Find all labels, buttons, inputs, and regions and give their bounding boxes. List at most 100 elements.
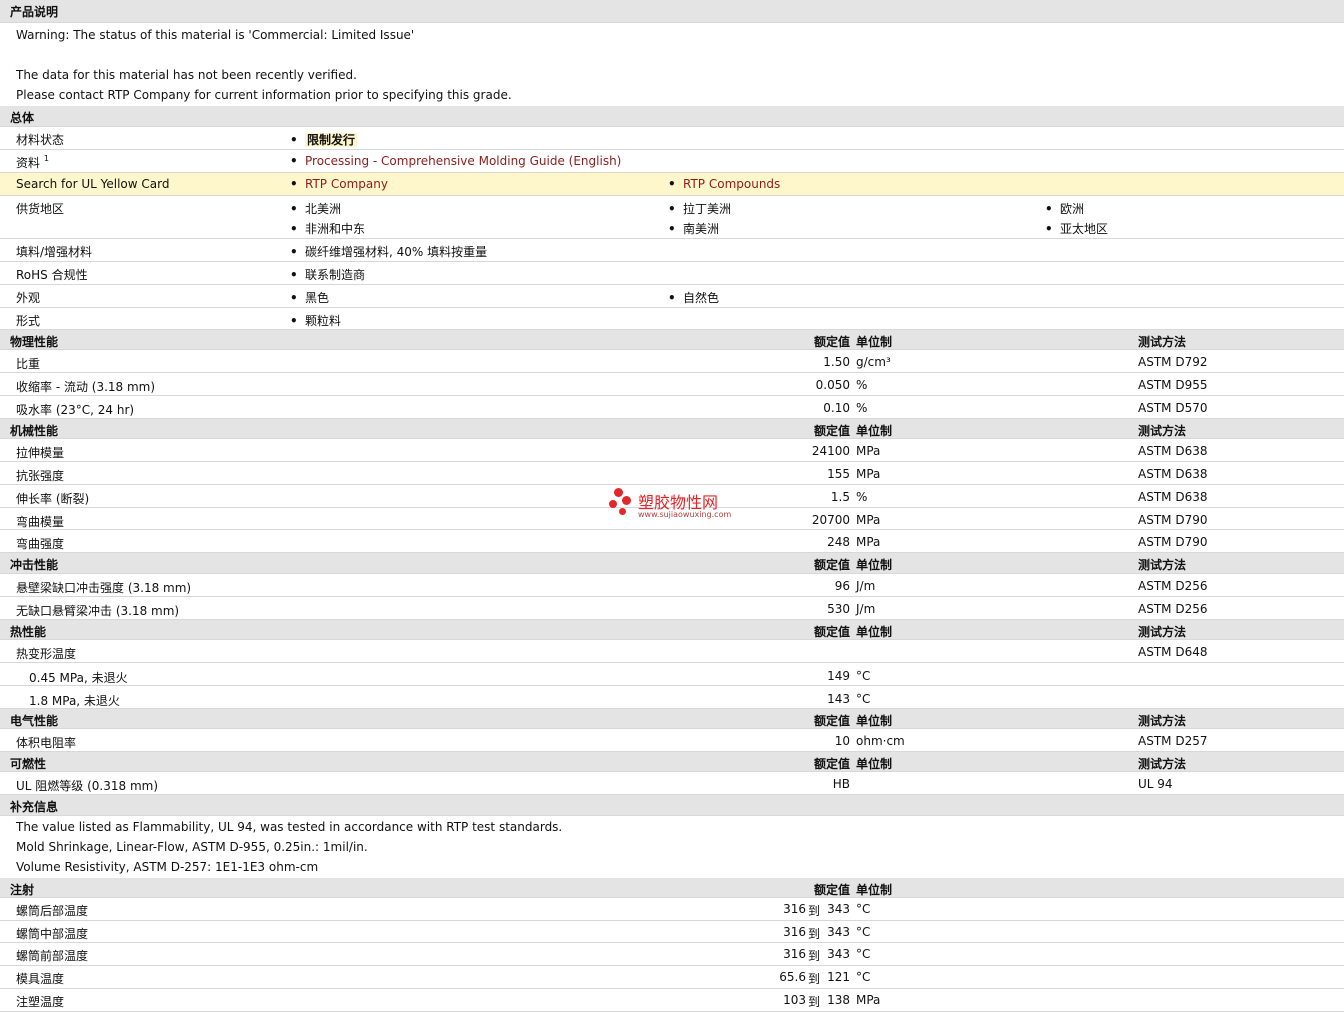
- range-high: 343: [827, 925, 850, 939]
- property-value: 1.50: [823, 355, 850, 369]
- property-name: 螺筒后部温度: [16, 904, 89, 918]
- ul-bullet-1: RTP Company: [290, 177, 388, 191]
- supply-item: 南美洲: [668, 220, 719, 237]
- property-row: 拉伸模量 24100 MPa ASTM D638: [0, 439, 1344, 462]
- property-unit: ohm·cm: [856, 734, 905, 748]
- supply-item: 欧洲: [1045, 200, 1084, 217]
- row-status: 材料状态 限制发行: [0, 127, 1344, 150]
- property-unit: J/m: [856, 579, 876, 593]
- range-to: 到: [808, 972, 821, 986]
- section-header-general: 总体: [0, 106, 1344, 127]
- property-method: ASTM D790: [1138, 535, 1208, 549]
- rtp-company-link[interactable]: RTP Company: [305, 177, 388, 191]
- property-name: 吸水率 (23°C, 24 hr): [16, 403, 135, 417]
- property-name: UL 阻燃等级 (0.318 mm): [16, 779, 159, 793]
- section-header-product-desc: 产品说明: [0, 0, 1344, 23]
- column-header-nominal: 额定值: [813, 424, 850, 438]
- row-form: 形式 颗粒料: [0, 308, 1344, 330]
- property-value: 0.10: [823, 401, 850, 415]
- property-unit: °C: [856, 925, 871, 939]
- range-high: 138: [827, 993, 850, 1007]
- section-header-additional: 补充信息: [0, 795, 1344, 816]
- property-name: 抗张强度: [16, 469, 65, 483]
- property-unit: %: [856, 490, 868, 504]
- property-name: 收缩率 - 流动 (3.18 mm): [16, 380, 156, 394]
- column-header-nominal: 额定值: [813, 757, 850, 771]
- column-header-method: 测试方法: [1138, 558, 1187, 572]
- section-header-flammability: 可燃性 额定值 单位制 测试方法: [0, 752, 1344, 772]
- supply-item: 非洲和中东: [290, 220, 365, 237]
- property-name: 弯曲模量: [16, 515, 65, 529]
- section-title: 冲击性能: [10, 558, 59, 572]
- column-header-nominal: 额定值: [813, 714, 850, 728]
- property-name: 螺筒前部温度: [16, 949, 89, 963]
- range-high: 343: [827, 947, 850, 961]
- property-value: 149: [827, 669, 850, 683]
- section-header-thermal: 热性能 额定值 单位制 测试方法: [0, 620, 1344, 640]
- property-method: ASTM D570: [1138, 401, 1208, 415]
- range-low: 316: [783, 925, 806, 939]
- section-header-impact: 冲击性能 额定值 单位制 测试方法: [0, 553, 1344, 574]
- supply-item: 拉丁美洲: [668, 200, 731, 217]
- form-label: 形式: [16, 314, 41, 328]
- property-row: 热变形温度 ASTM D648: [0, 640, 1344, 663]
- status-bullet: 限制发行: [290, 131, 358, 148]
- property-unit: °C: [856, 669, 871, 683]
- row-docs: 资料 1 Processing - Comprehensive Molding …: [0, 150, 1344, 173]
- property-row: 0.45 MPa, 未退火 149 °C: [0, 663, 1344, 686]
- appearance-label: 外观: [16, 291, 41, 305]
- column-header-nominal: 额定值: [813, 558, 850, 572]
- logo-dot-icon: [609, 500, 617, 508]
- property-method: ASTM D257: [1138, 734, 1208, 748]
- property-row: 收缩率 - 流动 (3.18 mm) 0.050% ASTM D955: [0, 373, 1344, 396]
- property-name: 0.45 MPa, 未退火: [29, 671, 128, 685]
- property-unit: MPa: [856, 467, 881, 481]
- property-unit: J/m: [856, 602, 876, 616]
- row-supply: 供货地区 北美洲 拉丁美洲 欧洲 非洲和中东 南美洲 亚太地区: [0, 196, 1344, 239]
- property-method: UL 94: [1138, 777, 1173, 791]
- column-header-unit: 单位制: [856, 625, 893, 639]
- property-value: HB: [832, 777, 850, 791]
- injection-row: 螺筒前部温度 316 到 343 °C: [0, 943, 1344, 966]
- docs-label: 资料 1: [16, 154, 49, 170]
- property-row: 弯曲强度 248 MPa ASTM D790: [0, 530, 1344, 553]
- property-method: ASTM D638: [1138, 490, 1208, 504]
- property-name: 比重: [16, 357, 41, 371]
- property-row: 悬壁梁缺口冲击强度 (3.18 mm) 96 J/m ASTM D256: [0, 574, 1344, 597]
- property-row: 抗张强度 155 MPa ASTM D638: [0, 462, 1344, 485]
- additional-notes: The value listed as Flammability, UL 94,…: [0, 816, 1344, 878]
- property-name: 体积电阻率: [16, 736, 77, 750]
- supply-item: 亚太地区: [1045, 220, 1108, 237]
- logo-dot-icon: [619, 508, 626, 515]
- range-high: 343: [827, 902, 850, 916]
- watermark-url: www.sujiaowuxing.com: [638, 510, 732, 519]
- row-filler: 填料/增强材料 碳纤维增强材料, 40% 填料按重量: [0, 239, 1344, 262]
- property-value: 10: [834, 734, 850, 748]
- molding-guide-link[interactable]: Processing - Comprehensive Molding Guide…: [305, 154, 621, 168]
- range-low: 316: [783, 947, 806, 961]
- property-method: ASTM D256: [1138, 579, 1208, 593]
- property-name: 螺筒中部温度: [16, 927, 89, 941]
- form-value: 颗粒料: [290, 312, 341, 329]
- filler-value: 碳纤维增强材料, 40% 填料按重量: [290, 243, 487, 260]
- section-header-mechanical: 机械性能 额定值 单位制 测试方法: [0, 419, 1344, 439]
- property-method: ASTM D648: [1138, 645, 1208, 659]
- column-header-unit: 单位制: [856, 757, 893, 771]
- column-header-method: 测试方法: [1138, 714, 1187, 728]
- property-value: 0.050: [815, 378, 850, 392]
- property-unit: MPa: [856, 535, 881, 549]
- rtp-compounds-link[interactable]: RTP Compounds: [683, 177, 780, 191]
- property-name: 悬壁梁缺口冲击强度 (3.18 mm): [16, 581, 192, 595]
- property-unit: g/cm³: [856, 355, 891, 369]
- supply-label: 供货地区: [16, 202, 65, 216]
- property-name: 模具温度: [16, 972, 65, 986]
- column-header-method: 测试方法: [1138, 335, 1187, 349]
- section-header-electrical: 电气性能 额定值 单位制 测试方法: [0, 709, 1344, 729]
- property-row: 无缺口悬臂梁冲击 (3.18 mm) 530 J/m ASTM D256: [0, 597, 1344, 620]
- property-value: 20700: [811, 513, 850, 527]
- section-header-injection: 注射 额定值 单位制: [0, 878, 1344, 898]
- column-header-method: 测试方法: [1138, 625, 1187, 639]
- injection-row: 螺筒后部温度 316 到 343 °C: [0, 898, 1344, 921]
- docs-bullet: Processing - Comprehensive Molding Guide…: [290, 154, 621, 168]
- row-appearance: 外观 黑色 自然色: [0, 285, 1344, 308]
